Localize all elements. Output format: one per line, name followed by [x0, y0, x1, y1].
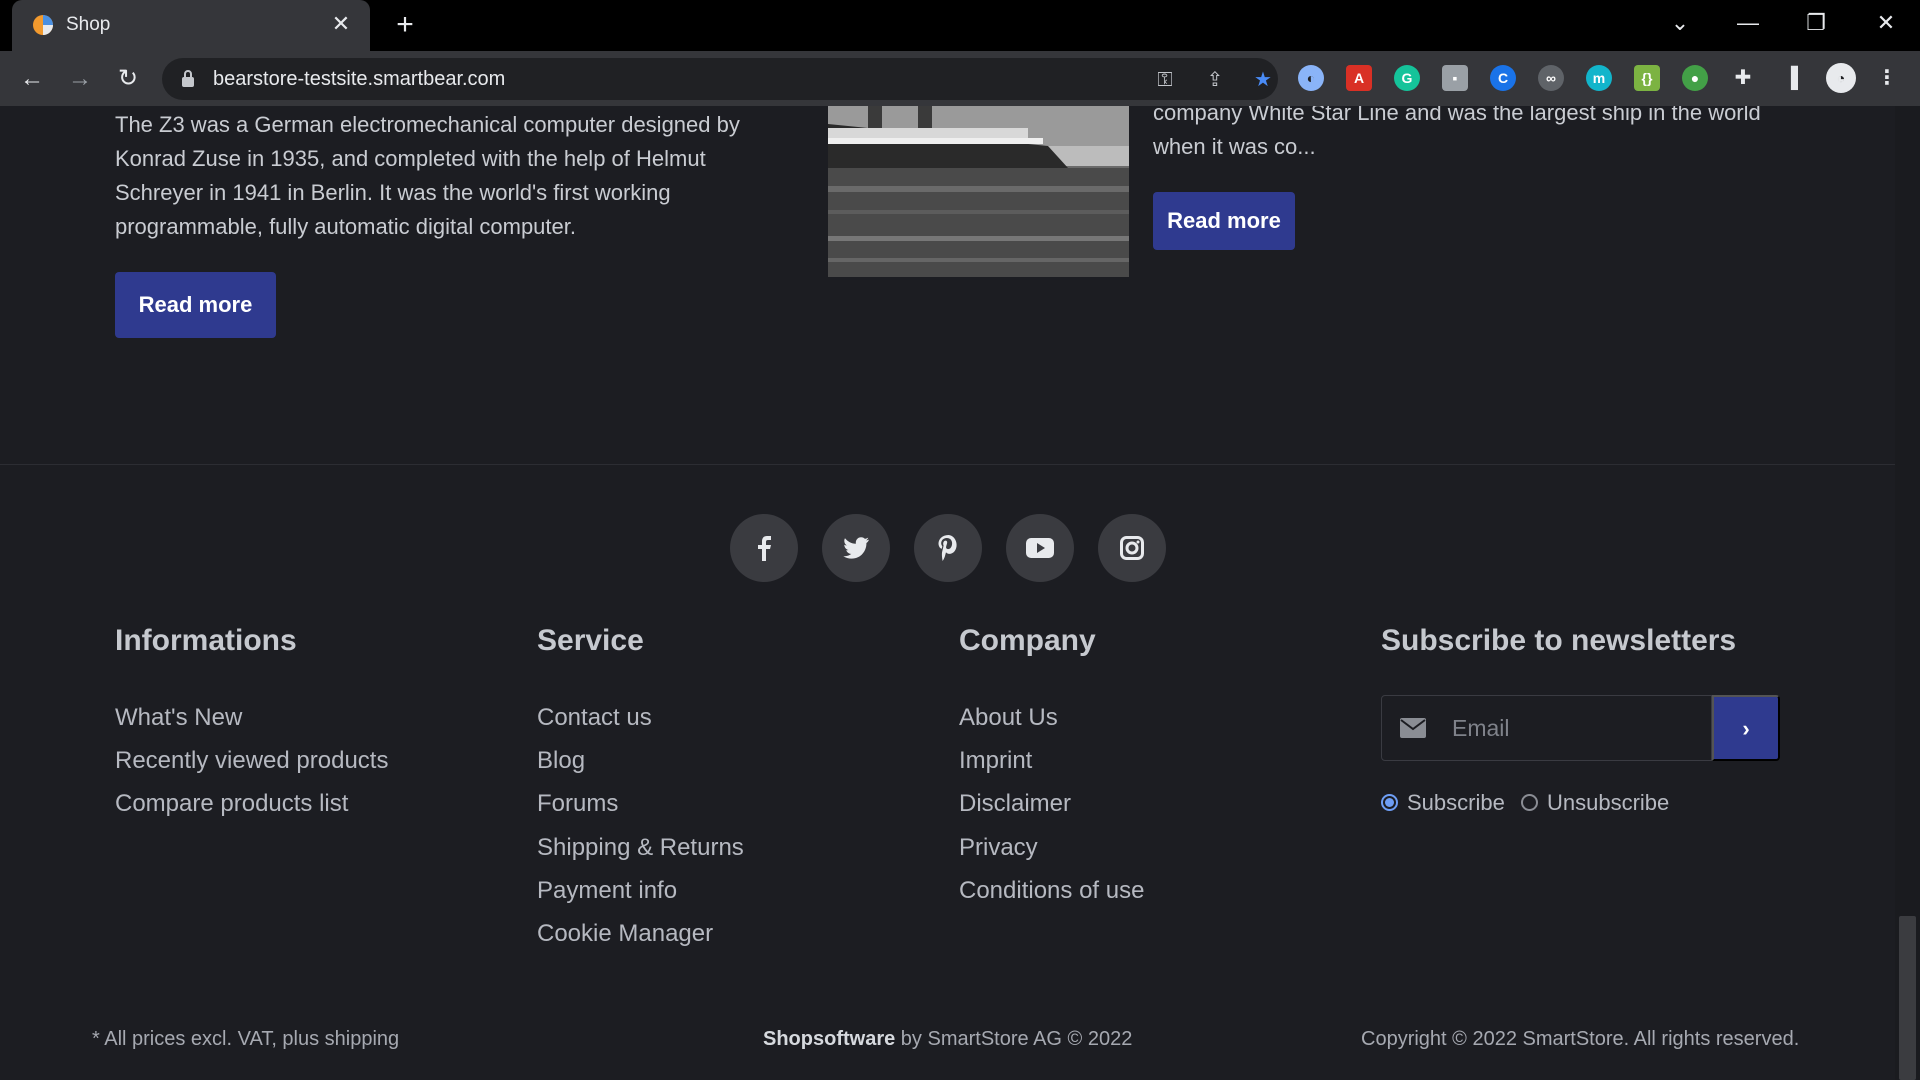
browser-menu-icon[interactable]: ⋮ — [1874, 65, 1900, 91]
pdf-extension-icon[interactable]: A — [1346, 65, 1372, 91]
shopsoftware-link[interactable]: Shopsoftware — [763, 1028, 895, 1050]
close-window-icon[interactable]: ✕ — [1868, 8, 1904, 38]
forward-icon[interactable]: → — [64, 63, 96, 95]
prices-note: * All prices excl. VAT, plus shipping — [92, 1028, 400, 1050]
disclaimer-link[interactable]: Disclaimer — [959, 790, 1071, 818]
informations-title: Informations — [115, 624, 297, 657]
page-content: The Z3 was a German electromechanical co… — [0, 106, 1895, 1080]
recently-viewed-link[interactable]: Recently viewed products — [115, 747, 388, 775]
extension-m-icon[interactable]: m — [1586, 65, 1612, 91]
read-more-button[interactable]: Read more — [1153, 192, 1295, 250]
extensions-puzzle-icon[interactable]: ✚ — [1730, 65, 1756, 91]
back-icon[interactable]: ← — [16, 63, 48, 95]
browser-toolbar: ← → ↻ bearstore-testsite.smartbear.com ⚿… — [0, 51, 1920, 106]
restore-icon[interactable]: ❐ — [1798, 8, 1834, 38]
extension-braces-icon[interactable]: {} — [1634, 65, 1660, 91]
imprint-link[interactable]: Imprint — [959, 747, 1032, 775]
scrollbar-thumb[interactable] — [1899, 916, 1916, 1080]
newsletter-submit-button[interactable]: › — [1712, 695, 1780, 761]
whats-new-link[interactable]: What's New — [115, 704, 242, 732]
pinterest-link[interactable] — [914, 514, 982, 582]
tab-search-icon[interactable]: ⌄ — [1662, 8, 1698, 38]
email-field[interactable]: Email — [1381, 695, 1712, 761]
youtube-icon — [1026, 538, 1054, 558]
lock-icon — [182, 70, 194, 87]
browser-tab-bar: Shop ✕ + ⌄ — ❐ ✕ — [0, 0, 1920, 51]
youtube-link[interactable] — [1006, 514, 1074, 582]
extension-glasses-icon[interactable]: ∞ — [1538, 65, 1564, 91]
browser-tab[interactable]: Shop ✕ — [12, 0, 370, 51]
reload-icon[interactable]: ↻ — [112, 63, 144, 95]
forums-link[interactable]: Forums — [537, 790, 618, 818]
conditions-of-use-link[interactable]: Conditions of use — [959, 877, 1144, 905]
newsletter-title: Subscribe to newsletters — [1381, 624, 1737, 657]
twitter-icon — [843, 537, 869, 559]
tab-close-icon[interactable]: ✕ — [328, 11, 354, 37]
extension-square-icon[interactable]: ▪ — [1442, 65, 1468, 91]
page-scrollbar[interactable] — [1895, 106, 1920, 1080]
chevron-right-icon: › — [1742, 716, 1750, 741]
powered-by: Shopsoftware by SmartStore AG © 2022 — [763, 1028, 1132, 1051]
new-tab-icon[interactable]: + — [390, 10, 420, 40]
email-placeholder: Email — [1452, 715, 1510, 741]
facebook-icon — [758, 536, 771, 561]
bookmark-star-icon[interactable]: ★ — [1250, 67, 1276, 93]
tab-title: Shop — [66, 14, 111, 35]
service-title: Service — [537, 624, 644, 657]
instagram-icon — [1120, 536, 1144, 560]
privacy-link[interactable]: Privacy — [959, 834, 1038, 862]
company-title: Company — [959, 624, 1096, 657]
footer-divider — [0, 464, 1895, 465]
side-panel-icon[interactable]: ▐ — [1778, 65, 1804, 91]
extension-circle-icon[interactable]: ◐ — [1298, 65, 1324, 91]
article-excerpt: The Z3 was a German electromechanical co… — [115, 112, 740, 239]
article-excerpt: company White Star Line and was the larg… — [1153, 106, 1761, 159]
ship-image[interactable] — [828, 106, 1129, 277]
copyright: Copyright © 2022 SmartStore. All rights … — [1361, 1028, 1800, 1050]
facebook-link[interactable] — [730, 514, 798, 582]
grammarly-icon[interactable]: G — [1394, 65, 1420, 91]
compare-products-link[interactable]: Compare products list — [115, 790, 348, 818]
minimize-icon[interactable]: — — [1730, 8, 1766, 38]
cookie-manager-link[interactable]: Cookie Manager — [537, 920, 713, 948]
unsubscribe-radio[interactable] — [1521, 794, 1538, 811]
subscribe-label[interactable]: Subscribe — [1407, 790, 1505, 816]
shop-favicon-icon — [33, 15, 53, 35]
subscribe-radio[interactable] — [1381, 794, 1398, 811]
address-bar[interactable]: bearstore-testsite.smartbear.com ⚿ ⇪ ★ — [162, 58, 1278, 100]
about-us-link[interactable]: About Us — [959, 704, 1058, 732]
payment-info-link[interactable]: Payment info — [537, 877, 677, 905]
key-icon[interactable]: ⚿ — [1152, 67, 1178, 93]
read-more-button[interactable]: Read more — [115, 272, 276, 338]
powered-by-suffix: by SmartStore AG © 2022 — [895, 1028, 1133, 1050]
ship-illustration — [828, 106, 1129, 277]
contact-us-link[interactable]: Contact us — [537, 704, 652, 732]
twitter-link[interactable] — [822, 514, 890, 582]
profile-avatar[interactable]: ◔ — [1826, 63, 1856, 93]
instagram-link[interactable] — [1098, 514, 1166, 582]
extension-bug-icon[interactable]: ● — [1682, 65, 1708, 91]
pinterest-icon — [938, 535, 957, 561]
url-text: bearstore-testsite.smartbear.com — [213, 68, 506, 90]
extension-c-icon[interactable]: C — [1490, 65, 1516, 91]
envelope-icon — [1400, 718, 1426, 738]
unsubscribe-label[interactable]: Unsubscribe — [1547, 790, 1669, 816]
share-icon[interactable]: ⇪ — [1202, 67, 1228, 93]
shipping-returns-link[interactable]: Shipping & Returns — [537, 834, 744, 862]
blog-link[interactable]: Blog — [537, 747, 585, 775]
